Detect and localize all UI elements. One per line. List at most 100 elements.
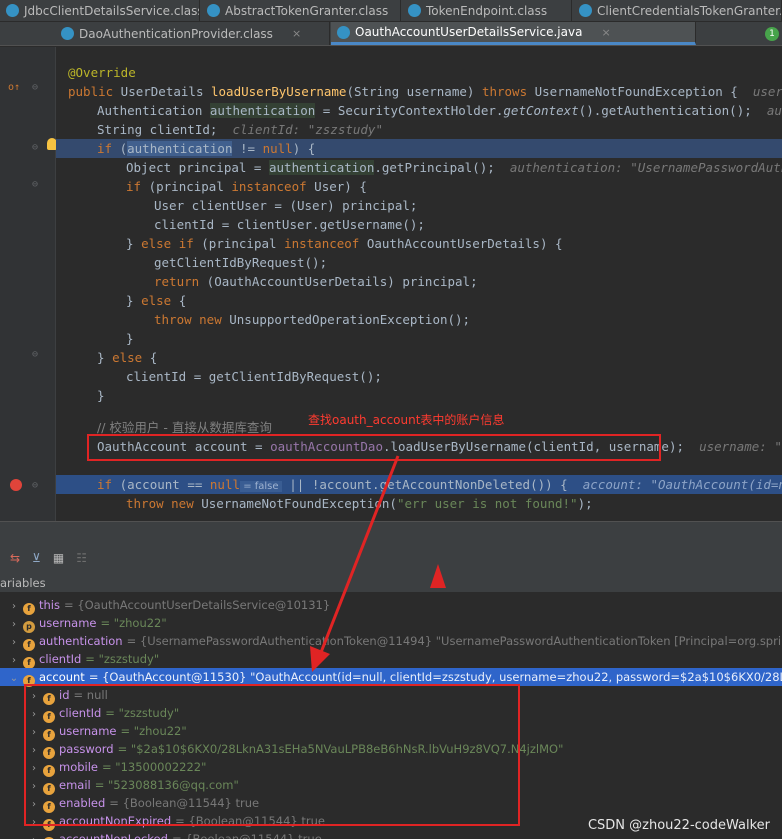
tab-label: ClientCredentialsTokenGranter.class bbox=[597, 3, 782, 18]
variable-row[interactable]: › f clientId = "zszstudy" bbox=[0, 650, 782, 669]
inline-value-badge: = false bbox=[240, 481, 282, 492]
fold-icon[interactable]: ⊖ bbox=[32, 480, 38, 491]
code-line: } else { bbox=[56, 348, 782, 367]
fold-icon[interactable]: ⊖ bbox=[32, 142, 38, 153]
code-token: } bbox=[97, 388, 105, 403]
comment-token: // 校验用户 - 直接从数据库查询 bbox=[97, 420, 272, 435]
fold-icon[interactable]: ⊖ bbox=[32, 179, 38, 190]
keyword-token: throw new bbox=[154, 312, 222, 327]
tab-overflow-badge[interactable]: 1 bbox=[762, 22, 782, 45]
tab-token-endpoint[interactable]: TokenEndpoint.class bbox=[402, 0, 572, 21]
keyword-token: else bbox=[112, 350, 143, 365]
restore-layout-icon[interactable]: ⇆ bbox=[10, 551, 20, 565]
variable-child-row[interactable]: › f email = "523088136@qq.com" bbox=[0, 776, 782, 795]
close-icon[interactable]: × bbox=[292, 27, 301, 40]
code-token: ().getAuthentication(); bbox=[578, 103, 767, 118]
method-token: getContext bbox=[503, 103, 579, 118]
info-badge-icon: 1 bbox=[765, 26, 779, 41]
code-token: clientId = getClientIdByRequest(); bbox=[126, 369, 382, 384]
tab-oauth-account-user-details-service[interactable]: OauthAccountUserDetailsService.java × bbox=[331, 22, 696, 45]
tab-label: JdbcClientDetailsService.class bbox=[24, 3, 200, 18]
variable-value: = "zhou22" bbox=[100, 616, 167, 630]
code-editor[interactable]: @Override public UserDetails loadUserByU… bbox=[56, 47, 782, 521]
variable-child-row[interactable]: › f mobile = "13500002222" bbox=[0, 758, 782, 777]
fold-icon[interactable]: ⊖ bbox=[32, 82, 38, 93]
variable-name: email bbox=[59, 778, 91, 792]
variable-name: this bbox=[39, 598, 60, 612]
variable-value: = {Boolean@11544} true bbox=[175, 814, 326, 828]
code-token: (String username) bbox=[346, 84, 482, 99]
code-line: Object principal = authentication.getPri… bbox=[56, 158, 782, 177]
variable-child-row[interactable]: › f enabled = {Boolean@11544} true bbox=[0, 794, 782, 813]
code-line: getClientIdByRequest(); bbox=[56, 253, 782, 272]
keyword-token: else bbox=[141, 293, 172, 308]
keyword-token: if bbox=[97, 141, 113, 156]
chevron-right-icon[interactable]: › bbox=[28, 832, 40, 839]
variable-child-row[interactable]: › f id = null bbox=[0, 686, 782, 705]
tab-abstract-token-granter[interactable]: AbstractTokenGranter.class bbox=[201, 0, 401, 21]
settings-icon[interactable]: ☷ bbox=[76, 551, 87, 565]
tab-dao-authentication-provider[interactable]: DaoAuthenticationProvider.class × bbox=[55, 22, 330, 45]
code-line: public UserDetails loadUserByUsername(St… bbox=[56, 82, 782, 101]
variable-row[interactable]: › f authentication = {UsernamePasswordAuthe… bbox=[0, 632, 782, 651]
code-line: clientId = clientUser.getUsername(); bbox=[56, 215, 782, 234]
variable-name: clientId bbox=[59, 706, 102, 720]
keyword-token: null bbox=[262, 141, 293, 156]
variable-name: mobile bbox=[59, 760, 99, 774]
variable-child-row[interactable]: › f username = "zhou22" bbox=[0, 722, 782, 741]
code-token: clientId = clientUser.getUsername(); bbox=[154, 217, 425, 232]
fold-icon[interactable]: ⊖ bbox=[32, 349, 38, 360]
variable-row[interactable]: › p username = "zhou22" bbox=[0, 614, 782, 633]
keyword-token: return bbox=[154, 274, 200, 289]
class-file-icon bbox=[207, 4, 220, 17]
keyword-token: if bbox=[126, 179, 142, 194]
tab-jdbc-client-details-service[interactable]: JdbcClientDetailsService.class bbox=[0, 0, 200, 21]
variable-row[interactable]: ⌄ f account = {OauthAccount@11530} "OauthAc… bbox=[0, 668, 782, 687]
editor-gutter[interactable]: o↑ ⊖ ⊖ ⊖ ⊖ ⊖ bbox=[0, 47, 57, 521]
variables-tree[interactable]: › f this = {OauthAccountUserDetailsService@… bbox=[0, 593, 782, 839]
variable-value: = {OauthAccountUserDetailsService@10131} bbox=[63, 598, 331, 612]
variable-token: authentication bbox=[209, 103, 316, 118]
filter-icon[interactable]: ⊻ bbox=[32, 551, 41, 565]
variables-panel-header: ariables bbox=[0, 571, 782, 593]
code-token: (principal bbox=[193, 236, 285, 251]
code-token: { bbox=[142, 350, 158, 365]
class-file-icon bbox=[579, 4, 592, 17]
code-line: if (authentication != null) { bbox=[56, 139, 782, 158]
code-token: (OauthAccountUserDetails) principal; bbox=[199, 274, 478, 289]
keyword-token: throw new bbox=[126, 496, 194, 511]
code-token: String clientId; bbox=[97, 122, 233, 137]
variable-name: account bbox=[39, 670, 85, 684]
code-line: User clientUser = (User) principal; bbox=[56, 196, 782, 215]
code-token: UsernameNotFoundException( bbox=[193, 496, 397, 511]
code-token: (principal bbox=[141, 179, 232, 194]
table-view-icon[interactable]: ▦ bbox=[53, 551, 64, 565]
code-token: OauthAccountUserDetails) { bbox=[359, 236, 563, 251]
code-token: Object principal = bbox=[126, 160, 269, 175]
code-token: = SecurityContextHolder. bbox=[315, 103, 504, 118]
variable-child-row[interactable]: › f password = "$2a$10$6KX0/28LknA31sEHa5NV… bbox=[0, 740, 782, 759]
breakpoint-icon[interactable] bbox=[10, 479, 22, 491]
keyword-token: public bbox=[68, 84, 114, 99]
variable-value: = {UsernamePasswordAuthenticationToken@1… bbox=[126, 634, 782, 648]
code-line: return (OauthAccountUserDetails) princip… bbox=[56, 272, 782, 291]
tab-client-credentials-token-granter[interactable]: ClientCredentialsTokenGranter.class bbox=[573, 0, 782, 21]
variable-token: authentication bbox=[269, 160, 375, 175]
tab-label: OauthAccountUserDetailsService.java bbox=[355, 25, 583, 39]
variable-value: = "13500002222" bbox=[102, 760, 207, 774]
close-icon[interactable]: × bbox=[601, 26, 610, 39]
code-line-current-execution: if (account == null = false || !account.… bbox=[56, 475, 782, 494]
code-token: } bbox=[126, 293, 142, 308]
inline-debug-hint: username: "zhou22" bbox=[699, 439, 782, 454]
code-line: throw new UsernameNotFoundException("err… bbox=[56, 494, 782, 513]
variable-name: id bbox=[59, 688, 70, 702]
keyword-token: else if bbox=[141, 236, 194, 251]
java-file-icon bbox=[337, 25, 350, 39]
code-line: String clientId; clientId: "zszstudy" bbox=[56, 120, 782, 139]
variable-child-row[interactable]: › f clientId = "zszstudy" bbox=[0, 704, 782, 723]
code-token: UserDetails bbox=[113, 84, 211, 99]
variable-row[interactable]: › f this = {OauthAccountUserDetailsService@… bbox=[0, 596, 782, 615]
annotation-token: @Override bbox=[68, 65, 136, 80]
code-token: User clientUser = (User) principal; bbox=[154, 198, 418, 213]
code-line: OauthAccount account = oauthAccountDao.l… bbox=[56, 437, 782, 456]
